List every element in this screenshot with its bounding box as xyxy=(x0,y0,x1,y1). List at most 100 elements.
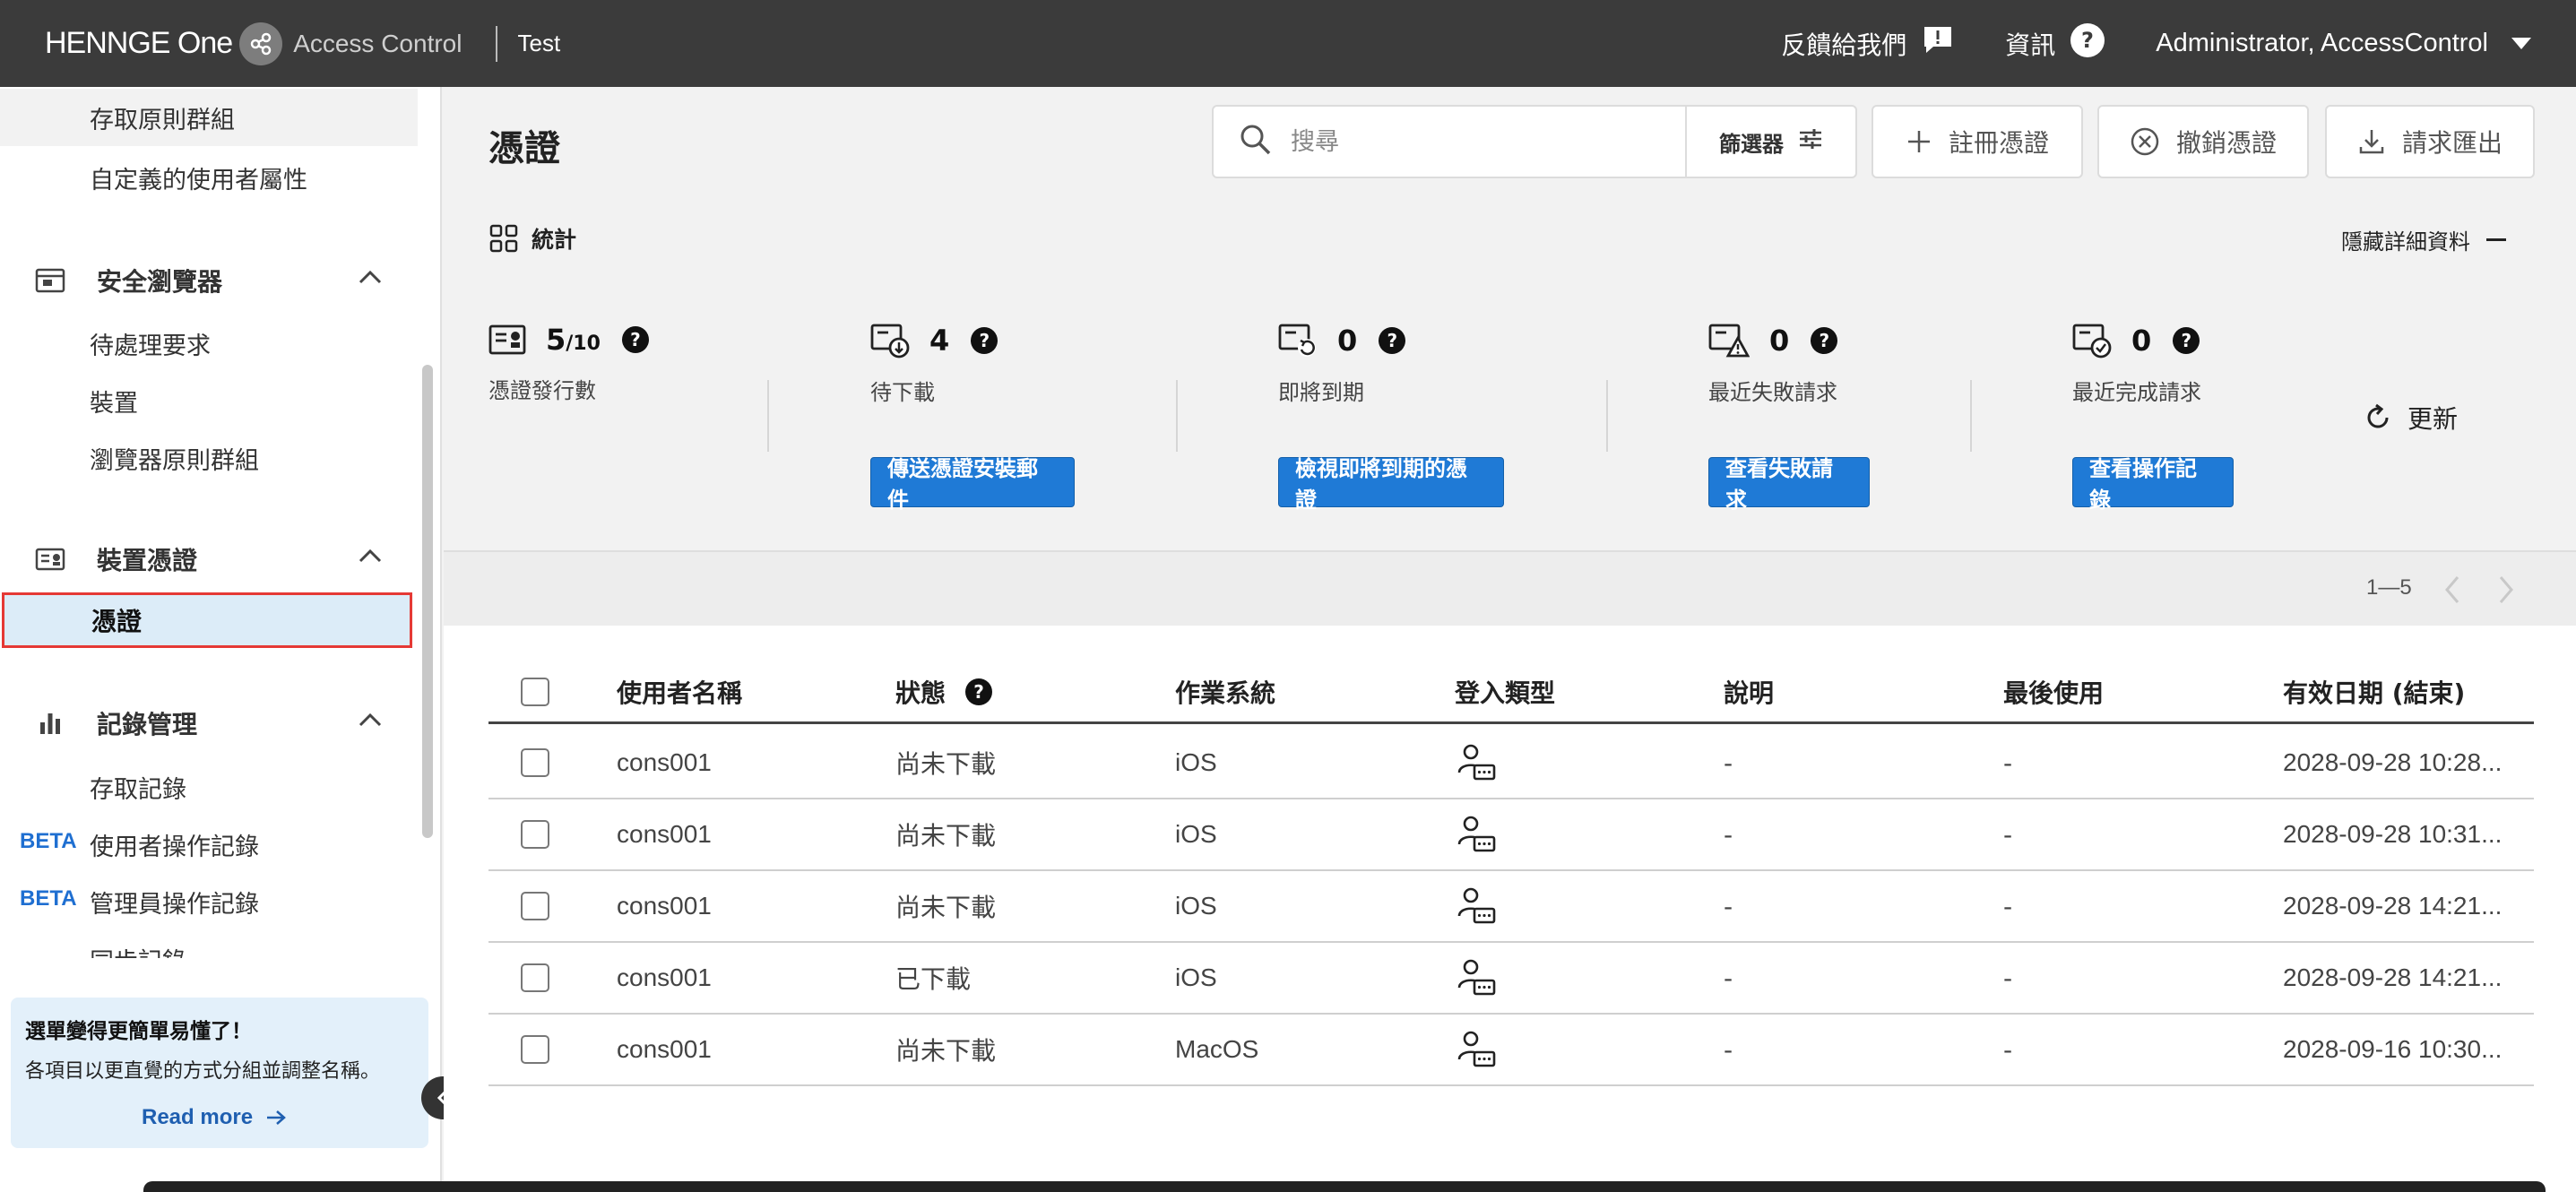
send-install-email-button[interactable]: 傳送憑證安裝郵件 xyxy=(870,456,1075,513)
row-checkbox[interactable] xyxy=(521,728,549,798)
cell-os: iOS xyxy=(1175,892,1217,920)
cell-username: cons001 xyxy=(617,1035,712,1063)
row-checkbox[interactable] xyxy=(521,1015,549,1084)
cell-description: - xyxy=(1724,819,1733,850)
help-icon: ? xyxy=(2070,22,2105,65)
sidebar-group-log-management[interactable]: 記錄管理 xyxy=(32,698,382,748)
sidebar-item-certificates[interactable]: 憑證 xyxy=(2,592,412,648)
cell-expiry: 2028-09-28 10:28... xyxy=(2283,748,2503,776)
cell-last-used: - xyxy=(2003,747,2013,778)
info-button[interactable]: 資訊 ? xyxy=(2005,22,2105,65)
sidebar-scrollbar[interactable] xyxy=(422,365,433,838)
filter-label: 篩選器 xyxy=(1719,131,1784,157)
user-menu[interactable]: Administrator, AccessControl xyxy=(2156,29,2531,58)
notice-title: 選單變得更簡單易懂了！ xyxy=(25,1020,252,1043)
certificate-warning-icon xyxy=(1708,323,1750,358)
certificate-renew-icon xyxy=(1278,323,1318,358)
view-failed-requests-button[interactable]: 查看失敗請求 xyxy=(1708,456,1870,513)
help-icon[interactable]: ? xyxy=(621,326,649,353)
table-row[interactable]: cons001 已下載 iOS - - 2028-09-28 14:21... xyxy=(488,943,2534,1015)
column-header-expiry[interactable]: 有效日期 (結束) xyxy=(2283,661,2465,722)
refresh-button[interactable]: 更新 xyxy=(2363,400,2458,436)
row-checkbox[interactable] xyxy=(521,871,549,941)
stats-title: 統計 xyxy=(532,227,577,253)
menu-update-notice: 選單變得更簡單易懂了！ 各項目以更直覺的方式分組並調整名稱。 Read more xyxy=(11,998,428,1148)
certificate-card-icon xyxy=(32,547,68,572)
table-row[interactable]: cons001 尚未下載 iOS - - 2028-09-28 14:21... xyxy=(488,871,2534,943)
revoke-certificate-button[interactable]: 撤銷憑證 xyxy=(2097,105,2309,178)
request-export-label: 請求匯出 xyxy=(2401,128,2503,158)
column-header-description[interactable]: 說明 xyxy=(1724,661,1774,722)
request-export-button[interactable]: 請求匯出 xyxy=(2325,105,2535,178)
sidebar-group-device-certificates[interactable]: 裝置憑證 xyxy=(32,534,382,584)
beta-badge: BETA xyxy=(20,829,77,853)
select-all-checkbox[interactable] xyxy=(521,661,549,722)
cell-status: 尚未下載 xyxy=(895,749,997,779)
column-header-os[interactable]: 作業系統 xyxy=(1175,661,1275,722)
stat-pending-download: 4 ? 待下載 xyxy=(870,323,998,406)
table-header: 使用者名稱 狀態 ? 作業系統 登入類型 說明 最後使用 有效日期 (結束) xyxy=(488,661,2534,724)
sidebar-item-pending-requests[interactable]: 待處理要求 xyxy=(90,326,211,361)
sidebar-item-devices[interactable]: 裝置 xyxy=(90,384,138,419)
view-expiring-certificates-button[interactable]: 檢視即將到期的憑證 xyxy=(1278,456,1504,513)
feedback-button[interactable]: 反饋給我們 xyxy=(1781,23,1955,64)
feedback-label: 反饋給我們 xyxy=(1781,30,1907,60)
user-card-icon xyxy=(1457,728,1496,798)
next-page-button[interactable] xyxy=(2497,574,2515,609)
search-box: 篩選器 xyxy=(1212,105,1857,178)
cell-expiry: 2028-09-28 10:31... xyxy=(2283,820,2503,848)
cell-expiry: 2028-09-28 14:21... xyxy=(2283,963,2503,991)
cell-last-used: - xyxy=(2003,1034,2013,1065)
search-input[interactable] xyxy=(1291,127,1667,156)
help-icon[interactable]: ? xyxy=(1379,327,1406,354)
cell-description: - xyxy=(1724,747,1733,778)
sidebar-item-sync-logs[interactable]: 同步記錄 xyxy=(90,942,186,958)
previous-page-button[interactable] xyxy=(2443,574,2461,609)
filter-button[interactable]: 篩選器 xyxy=(1685,107,1855,177)
cell-username: cons001 xyxy=(617,748,712,776)
hide-details-toggle[interactable]: 隱藏詳細資料 xyxy=(2341,224,2506,255)
sidebar-item-access-logs[interactable]: 存取記錄 xyxy=(90,770,186,805)
column-header-login-type[interactable]: 登入類型 xyxy=(1455,661,1555,722)
cell-status: 尚未下載 xyxy=(895,1036,997,1066)
cell-username: cons001 xyxy=(617,892,712,920)
table-row[interactable]: cons001 尚未下載 iOS - - 2028-09-28 10:28... xyxy=(488,728,2534,799)
stat-divider xyxy=(1176,380,1178,452)
minus-icon xyxy=(2486,238,2506,241)
chevron-up-icon xyxy=(359,548,382,566)
brand[interactable]: HENNGE One Access Control xyxy=(45,22,462,65)
help-icon[interactable]: ? xyxy=(971,327,998,354)
row-checkbox[interactable] xyxy=(521,799,549,869)
sidebar-item-user-operation-logs[interactable]: 使用者操作記錄 xyxy=(90,827,259,862)
column-header-username[interactable]: 使用者名稱 xyxy=(617,661,742,722)
arrow-right-icon xyxy=(265,1109,287,1127)
view-operation-logs-button[interactable]: 查看操作記錄 xyxy=(2072,456,2234,513)
sidebar-item-admin-operation-logs[interactable]: 管理員操作記錄 xyxy=(90,885,259,920)
stat-recent-completed: 0 ? 最近完成請求 xyxy=(2072,323,2201,406)
read-more-link[interactable]: Read more xyxy=(142,1105,287,1130)
cell-os: iOS xyxy=(1175,820,1217,848)
column-header-last-used[interactable]: 最後使用 xyxy=(2003,661,2104,722)
help-icon[interactable]: ? xyxy=(965,678,993,705)
download-icon xyxy=(2357,127,2386,156)
top-bar: HENNGE One Access Control Test 反饋給我們 資訊 … xyxy=(0,0,2576,87)
stat-label: 最近完成請求 xyxy=(2072,380,2201,405)
cell-status: 已下載 xyxy=(895,964,972,994)
register-certificate-button[interactable]: 註冊憑證 xyxy=(1871,105,2083,178)
cell-status: 尚未下載 xyxy=(895,893,997,922)
help-icon[interactable]: ? xyxy=(2173,327,2200,354)
refresh-icon xyxy=(2363,402,2393,433)
table-row[interactable]: cons001 尚未下載 iOS - - 2028-09-28 10:31... xyxy=(488,799,2534,871)
sidebar-item-custom-user-attributes[interactable]: 自定義的使用者屬性 xyxy=(90,160,307,195)
certificate-check-icon xyxy=(2072,323,2112,358)
sidebar-group-secure-browser[interactable]: 安全瀏覽器 xyxy=(32,255,382,306)
sidebar-item-browser-policy-groups[interactable]: 瀏覽器原則群組 xyxy=(90,441,259,476)
help-icon[interactable]: ? xyxy=(1811,327,1838,354)
column-header-status[interactable]: 狀態 ? xyxy=(895,661,993,722)
read-more-label: Read more xyxy=(142,1105,254,1129)
table-row[interactable]: cons001 尚未下載 MacOS - - 2028-09-16 10:30... xyxy=(488,1015,2534,1086)
row-checkbox[interactable] xyxy=(521,943,549,1013)
sidebar-item-access-policy-groups[interactable]: 存取原則群組 xyxy=(0,89,418,146)
stat-value: 0 xyxy=(1337,324,1358,358)
chevron-up-icon xyxy=(359,713,382,730)
